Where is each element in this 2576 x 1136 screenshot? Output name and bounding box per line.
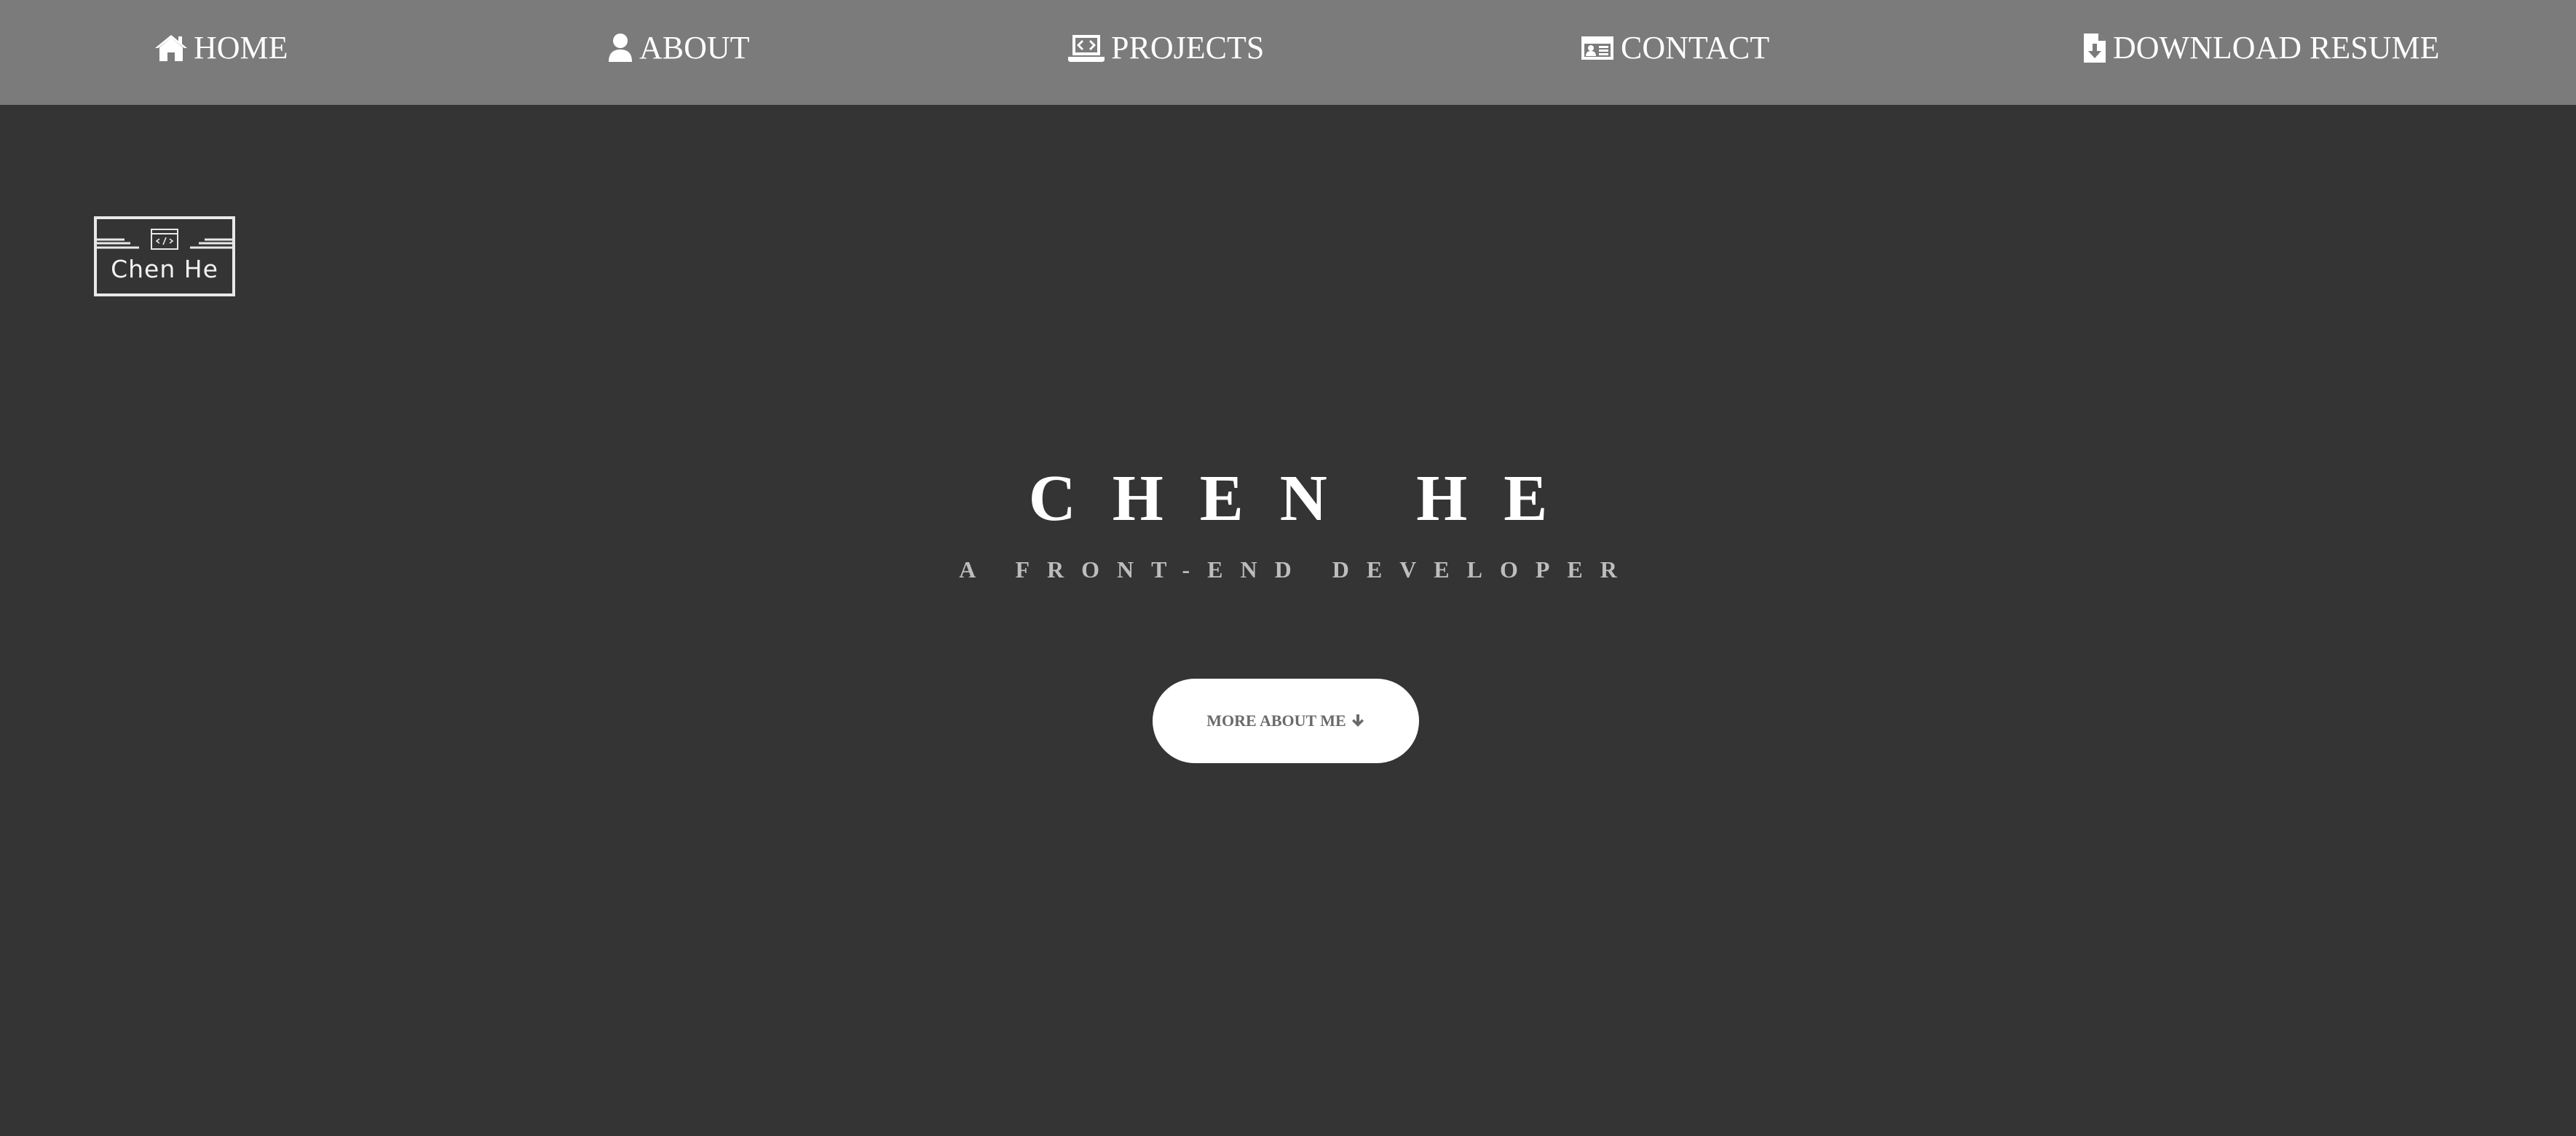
nav-item-label: DOWNLOAD RESUME — [2113, 30, 2440, 66]
laptop-code-icon — [1067, 33, 1105, 63]
nav-item-label: PROJECTS — [1111, 30, 1265, 66]
logo-text: Chen He — [111, 255, 218, 283]
nav-item-projects[interactable]: PROJECTS — [1067, 26, 1264, 70]
top-navbar: HOME ABOUT PROJECTS CONTACT DOWNLOAD RES… — [0, 0, 2576, 105]
button-label: MORE ABOUT ME — [1206, 711, 1346, 730]
hero-title: CHEN HE — [1028, 462, 1584, 535]
arrow-down-icon — [1351, 713, 1365, 729]
user-icon — [607, 33, 633, 63]
nav-item-label: ABOUT — [639, 30, 750, 66]
file-download-icon — [2082, 32, 2107, 64]
home-icon — [154, 33, 188, 63]
id-card-icon — [1580, 33, 1615, 63]
nav-item-contact[interactable]: CONTACT — [1580, 26, 1769, 70]
hero-subtitle: A FRONT-END DEVELOPER — [959, 556, 1635, 583]
nav-item-home[interactable]: HOME — [154, 26, 288, 70]
more-about-me-button[interactable]: MORE ABOUT ME — [1153, 679, 1419, 763]
site-logo[interactable]: Chen He — [94, 216, 235, 296]
nav-item-label: HOME — [194, 30, 288, 66]
nav-item-about[interactable]: ABOUT — [607, 26, 750, 70]
nav-item-download-resume[interactable]: DOWNLOAD RESUME — [2082, 26, 2440, 70]
nav-item-label: CONTACT — [1621, 30, 1770, 66]
